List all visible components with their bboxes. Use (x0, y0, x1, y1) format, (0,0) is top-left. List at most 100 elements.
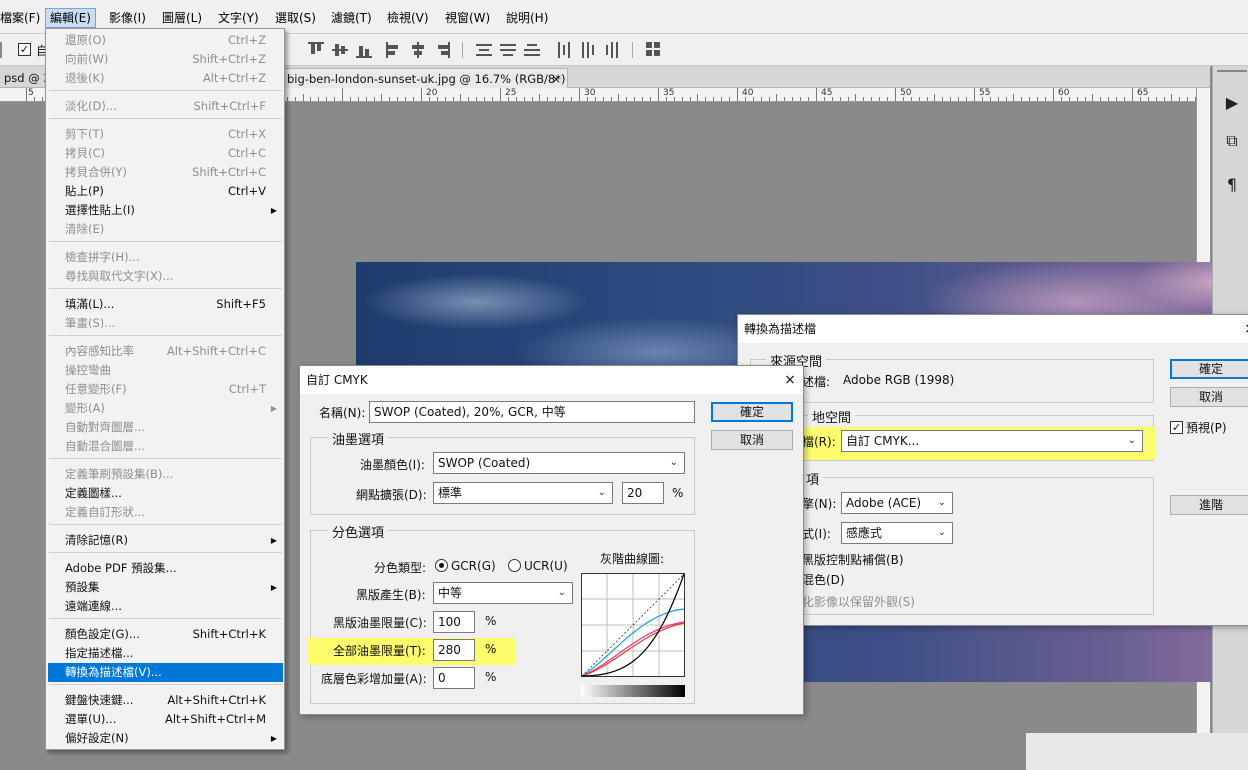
menu-item[interactable]: 定義筆刷預設集(B)... (48, 465, 283, 484)
align-right-icon[interactable] (434, 42, 450, 58)
menu-item[interactable]: 定義自訂形狀... (48, 503, 283, 522)
gcr-radio[interactable] (435, 559, 448, 572)
distribute-left-icon[interactable] (556, 42, 572, 58)
menu-item[interactable]: 變形(A) ▶ (48, 399, 283, 418)
distribute-right-icon[interactable] (604, 42, 620, 58)
menu-item[interactable]: 內容感知比率 Alt+Shift+Ctrl+C (48, 342, 283, 361)
ruler-tick (381, 94, 382, 101)
cancel-button[interactable]: 取消 (1170, 387, 1248, 407)
black-ink-limit-field[interactable]: 100 (433, 611, 475, 633)
menu-item[interactable]: 退後(K) Alt+Ctrl+Z (48, 69, 283, 88)
ucr-radio[interactable] (508, 559, 521, 572)
menu-item[interactable]: 預設集 ▶ (48, 578, 283, 597)
cancel-button[interactable]: 取消 (711, 430, 793, 450)
menu-item[interactable]: 任意變形(F) Ctrl+T (48, 380, 283, 399)
dest-profile-select[interactable]: 自訂 CMYK... ⌄ (841, 430, 1143, 452)
black-generation-select[interactable]: 中等 ⌄ (433, 582, 573, 604)
ink-colors-label: 油墨顏色(I): (360, 458, 425, 472)
menu-item[interactable]: 選單(U)... Alt+Shift+Ctrl+M (48, 710, 283, 729)
paragraph-icon[interactable]: ¶ (1219, 172, 1245, 198)
menu-item[interactable]: 指定描述檔... (48, 644, 283, 663)
distribute-hcenter-icon[interactable] (580, 42, 596, 58)
align-bottom-icon[interactable] (356, 42, 372, 58)
distribute-top-icon[interactable] (476, 42, 492, 58)
menu-window[interactable]: 視窗(W) (441, 8, 494, 28)
menu-edit[interactable]: 編輯(E) (45, 8, 96, 28)
menu-item[interactable]: 填滿(L)... Shift+F5 (48, 295, 283, 314)
menu-layer[interactable]: 圖層(L) (158, 8, 206, 28)
auto-align-icon[interactable] (646, 42, 662, 58)
ink-colors-select[interactable]: SWOP (Coated) ⌄ (433, 452, 685, 474)
ruler-tick (318, 97, 319, 101)
black-point-compensation-checkbox[interactable]: 黑版控制點補償(B) (802, 551, 904, 568)
intent-select[interactable]: 感應式 ⌄ (841, 522, 953, 544)
align-vcenter-icon[interactable] (332, 42, 348, 58)
menu-item[interactable]: 貼上(P) Ctrl+V (48, 182, 283, 201)
menu-help[interactable]: 說明(H) (502, 8, 552, 28)
3d-icon[interactable]: ⧉ (1219, 128, 1245, 154)
menu-item[interactable]: 遠端連線... (48, 597, 283, 616)
name-field[interactable]: SWOP (Coated), 20%, GCR, 中等 (369, 401, 695, 423)
close-icon[interactable]: × (1238, 315, 1248, 343)
total-ink-limit-field[interactable]: 280 (433, 639, 475, 661)
menu-item[interactable]: 檢查拼字(H)... (48, 248, 283, 267)
menu-item[interactable]: 還原(O) Ctrl+Z (48, 31, 283, 50)
ok-button[interactable]: 確定 (1170, 359, 1248, 379)
menu-file[interactable]: 檔案(F) (0, 8, 44, 28)
menu-item[interactable]: 偏好設定(N) ▶ (48, 729, 283, 748)
dialog-title: 轉換為描述檔 (744, 322, 817, 336)
ruler-tick (1156, 97, 1157, 101)
close-icon[interactable]: × (778, 366, 802, 394)
ruler-tick (634, 97, 635, 101)
advanced-button[interactable]: 進階 (1170, 495, 1248, 515)
menu-item[interactable]: 尋找與取代文字(X)... (48, 267, 283, 286)
menu-item[interactable]: 定義圖樣... (48, 484, 283, 503)
auto-select-checkbox[interactable]: ✓ (18, 43, 31, 56)
engine-select[interactable]: Adobe (ACE) ⌄ (841, 492, 953, 514)
align-left-icon[interactable] (386, 42, 402, 58)
play-icon[interactable]: ▶ (1219, 90, 1245, 116)
separation-options-title: 分色選項 (328, 522, 389, 541)
menu-item[interactable]: 向前(W) Shift+Ctrl+Z (48, 50, 283, 69)
menu-item-shortcut: Ctrl+C (227, 146, 266, 160)
menu-item[interactable]: 自動對齊圖層... (48, 418, 283, 437)
menu-image[interactable]: 影像(I) (105, 8, 150, 28)
menu-item[interactable]: 清除(E) (48, 220, 283, 239)
submenu-arrow-icon: ▶ (270, 734, 277, 743)
tab-current-document[interactable]: big-ben-london-sunset-uk.jpg @ 16.7% (RG… (280, 68, 568, 88)
menu-type[interactable]: 文字(Y) (214, 8, 263, 28)
ucr-amount-field[interactable]: 0 (433, 667, 475, 689)
align-hcenter-icon[interactable] (410, 42, 426, 58)
menu-item[interactable]: 筆畫(S)... (48, 314, 283, 333)
menu-item[interactable]: 顏色設定(G)... Shift+Ctrl+K (48, 625, 283, 644)
dot-gain-select[interactable]: 標準 ⌄ (433, 482, 613, 504)
menu-item[interactable]: 自動混合圖層... (48, 437, 283, 456)
ruler-tick (761, 97, 762, 101)
menu-view[interactable]: 檢視(V) (383, 8, 433, 28)
ruler-tick (682, 97, 683, 101)
menu-item[interactable]: 轉換為描述檔(V)... (48, 663, 283, 682)
distribute-bottom-icon[interactable] (524, 42, 540, 58)
menu-item[interactable]: 選擇性貼上(I) ▶ (48, 201, 283, 220)
menu-item[interactable]: 拷貝合併(Y) Shift+Ctrl+C (48, 163, 283, 182)
menu-item-label: 自動混合圖層... (65, 439, 145, 453)
dither-checkbox[interactable]: 混色(D) (802, 571, 845, 588)
options-divider (462, 42, 463, 58)
menu-item[interactable]: 操控彎曲 (48, 361, 283, 380)
flatten-image-checkbox[interactable]: 化影像以保留外觀(S) (802, 593, 915, 610)
ok-button[interactable]: 確定 (711, 402, 793, 422)
menu-filter[interactable]: 濾鏡(T) (327, 8, 376, 28)
menu-item[interactable]: 鍵盤快速鍵... Alt+Shift+Ctrl+K (48, 691, 283, 710)
preview-checkbox[interactable]: ✓ (1170, 421, 1183, 434)
align-top-icon[interactable] (308, 42, 324, 58)
tab-close-icon[interactable]: × (551, 69, 561, 89)
menu-item[interactable]: 淡化(D)... Shift+Ctrl+F (48, 97, 283, 116)
menu-item-label: 鍵盤快速鍵... (65, 693, 134, 707)
distribute-vcenter-icon[interactable] (500, 42, 516, 58)
menu-item[interactable]: 剪下(T) Ctrl+X (48, 125, 283, 144)
menu-item[interactable]: Adobe PDF 預設集... (48, 559, 283, 578)
dot-gain-percent-field[interactable]: 20 (622, 482, 664, 504)
menu-select[interactable]: 選取(S) (271, 8, 320, 28)
menu-item[interactable]: 拷貝(C) Ctrl+C (48, 144, 283, 163)
menu-item[interactable]: 清除記憶(R) ▶ (48, 531, 283, 550)
